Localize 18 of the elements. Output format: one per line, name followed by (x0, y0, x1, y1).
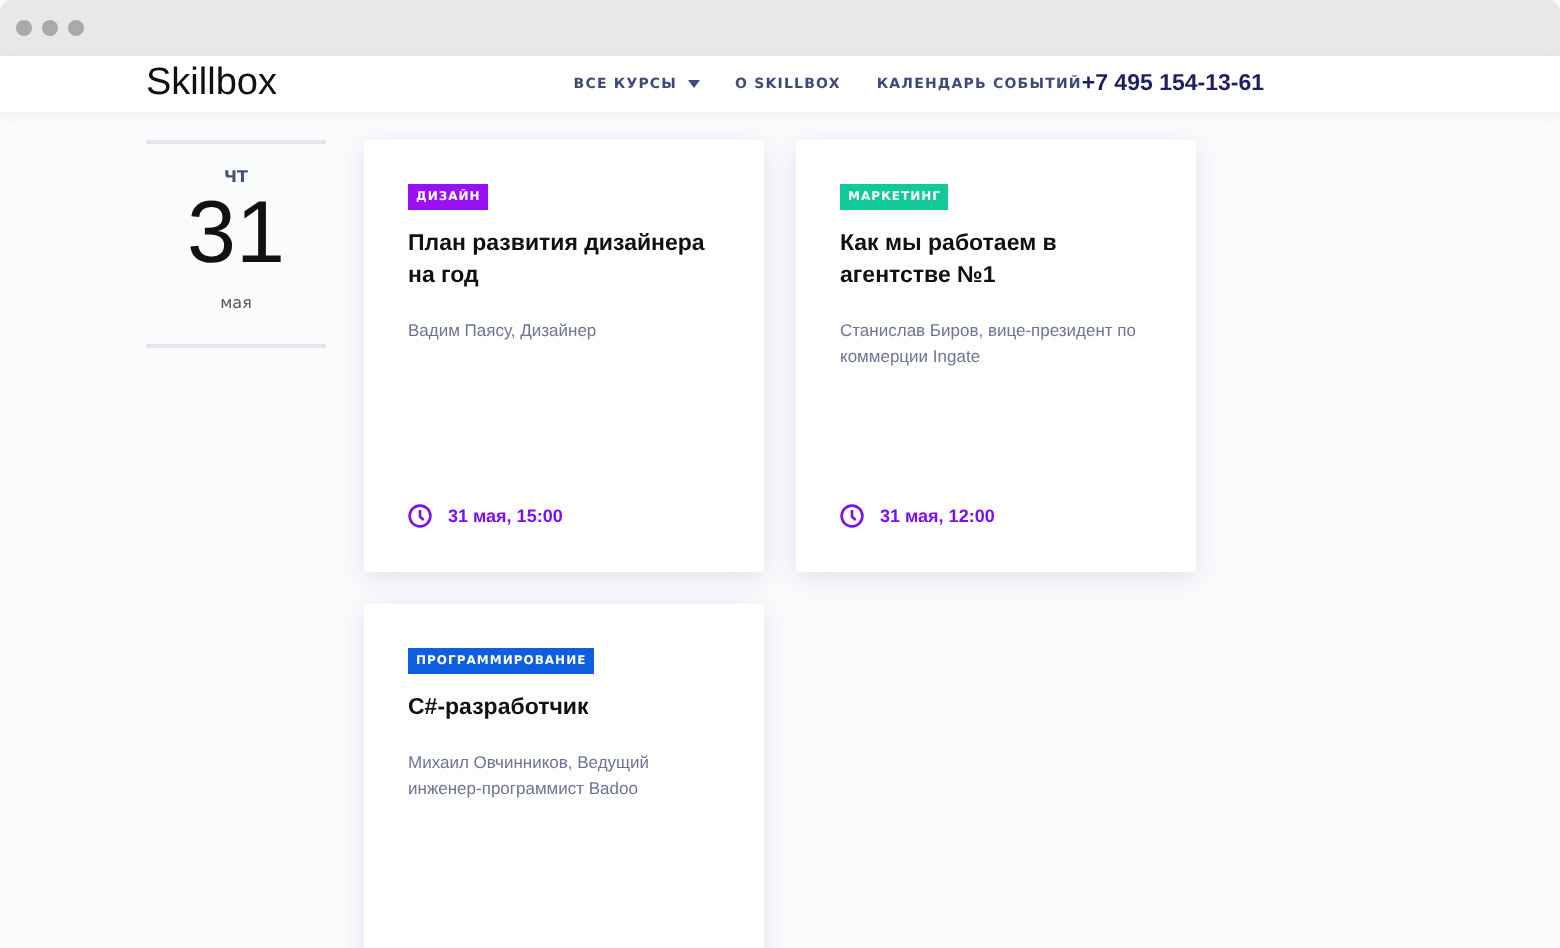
phone-number[interactable]: +7 495 154-13-61 (1081, 72, 1264, 96)
speaker: Михаил Овчинников, Ведущий инженер-программист Badoo (408, 750, 652, 802)
clock-icon (840, 504, 864, 528)
day-number: 31 (187, 186, 285, 282)
event-time: 31 мая, 15:00 (448, 506, 563, 526)
speaker: Станислав Биров, вице-президент по коммерции Ingate (840, 318, 1139, 370)
clock-icon (408, 504, 432, 528)
window-dot[interactable] (16, 20, 32, 36)
event-title: C#-разработчик (408, 694, 591, 724)
event-time: 31 мая, 12:00 (880, 506, 995, 526)
month: мая (220, 294, 252, 312)
weekday: ЧТ (224, 168, 248, 186)
window-dot[interactable] (42, 20, 58, 36)
speaker: Вадим Паясу, Дизайнер (408, 318, 599, 344)
logo[interactable]: Skillbox (146, 62, 434, 106)
window-dot[interactable] (68, 20, 84, 36)
event-title: Как мы работаем в агентстве №1 (840, 230, 1059, 292)
event-title: План развития дизайнера на год (408, 230, 707, 292)
